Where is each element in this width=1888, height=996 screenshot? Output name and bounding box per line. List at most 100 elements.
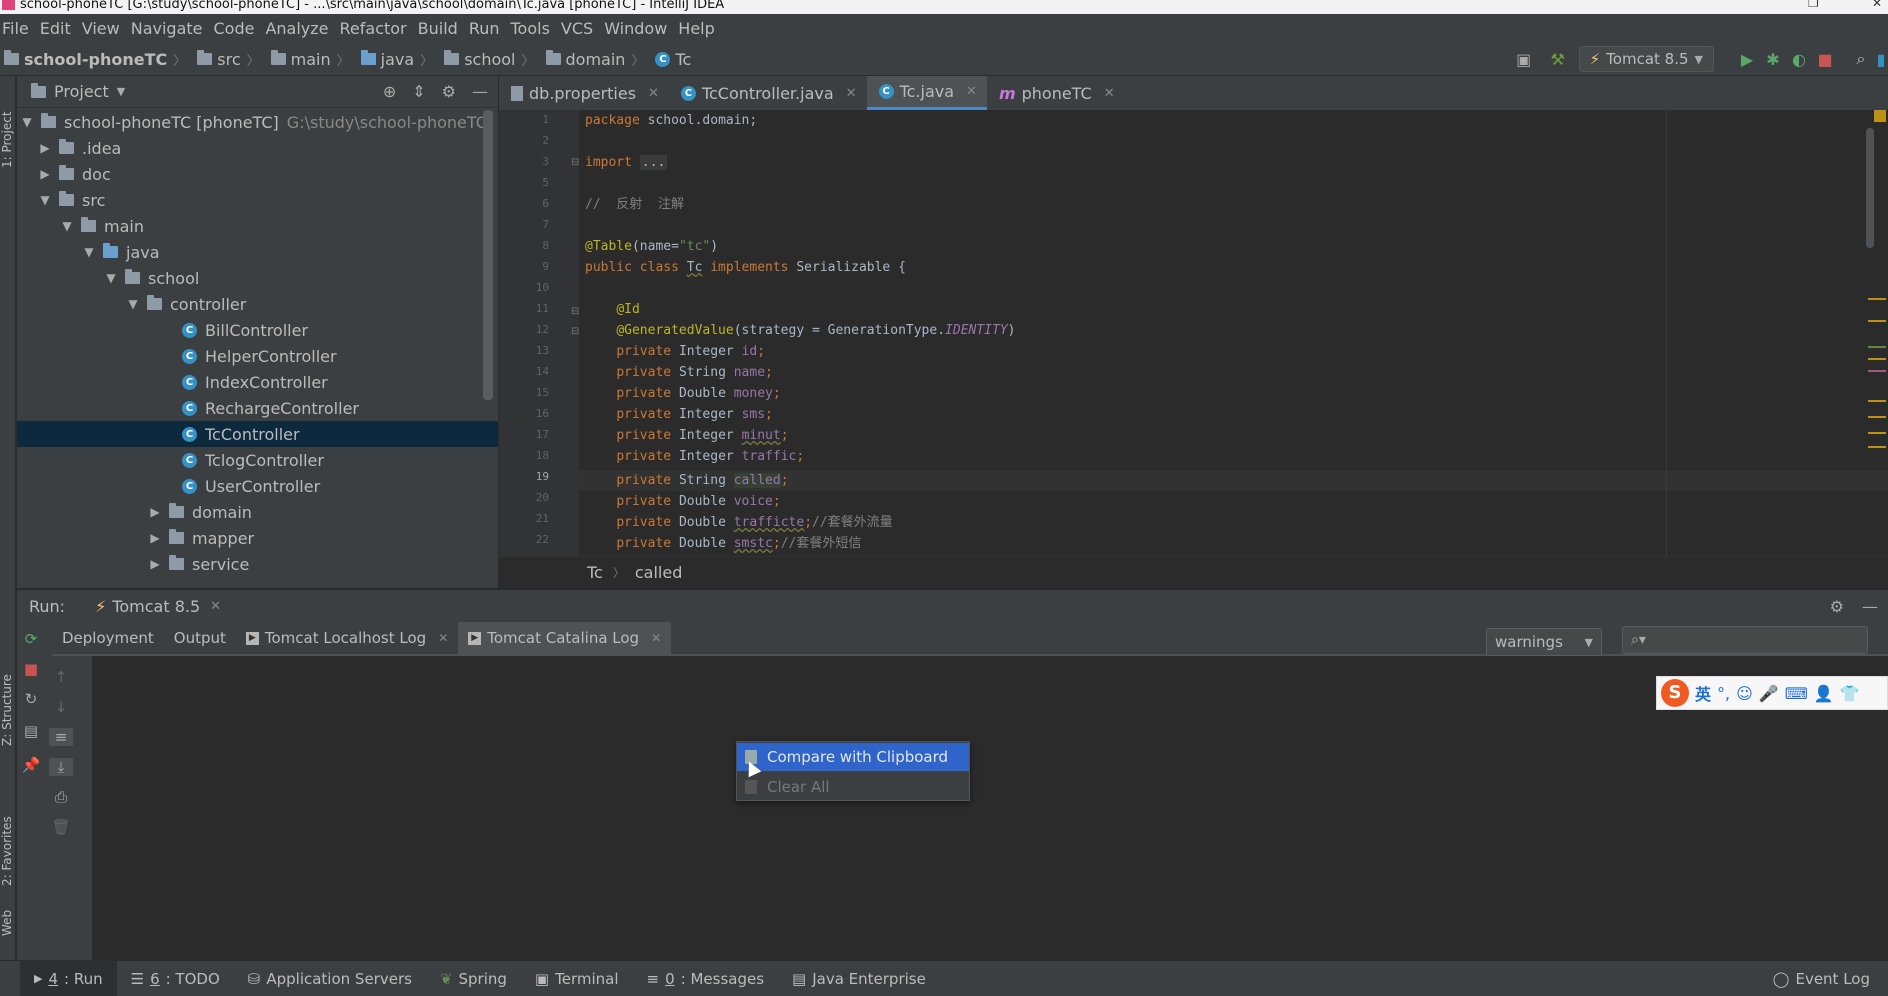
microphone-icon[interactable]: 🎤	[1759, 684, 1779, 703]
build-hammer-icon[interactable]: ⚒	[1545, 46, 1571, 72]
warning-stripe[interactable]	[1868, 346, 1886, 348]
menu-file[interactable]: File	[0, 19, 36, 38]
breadcrumb-class[interactable]: Tc	[587, 563, 603, 582]
menu-refactor[interactable]: Refactor	[336, 19, 414, 38]
chevron-down-icon[interactable]: ▼	[39, 193, 51, 207]
breadcrumb-src[interactable]: 〉 src	[167, 50, 240, 69]
menu-navigate[interactable]: Navigate	[127, 19, 210, 38]
soft-wrap-icon[interactable]: ≡	[49, 728, 73, 746]
warning-stripe[interactable]	[1868, 400, 1886, 402]
java-enterprise-tool-button[interactable]: ▤ Java Enterprise	[778, 961, 940, 996]
tree-item-java[interactable]: ▼ java	[17, 239, 498, 265]
trash-icon[interactable]: 🗑	[49, 818, 73, 836]
tree-item-rechargecontroller[interactable]: C RechargeController	[17, 395, 498, 421]
folded-imports[interactable]: ...	[639, 155, 668, 170]
tree-item-mapper[interactable]: ▶ mapper	[17, 525, 498, 551]
log-level-select[interactable]: warnings ▼	[1486, 628, 1602, 656]
tree-item-controller[interactable]: ▼ controller	[17, 291, 498, 317]
tab-db-properties[interactable]: db.properties ✕	[499, 76, 669, 110]
menu-edit[interactable]: Edit	[36, 19, 78, 38]
menu-tools[interactable]: Tools	[507, 19, 557, 38]
tree-item-tclogcontroller[interactable]: C TclogController	[17, 447, 498, 473]
ime-language-toggle[interactable]: 英	[1695, 681, 1711, 705]
close-window-icon[interactable]: ✕	[1872, 0, 1882, 9]
layout-icon[interactable]: ▤	[19, 722, 43, 740]
event-log-button[interactable]: ◯ Event Log	[1773, 961, 1870, 996]
chevron-right-icon[interactable]: ▶	[149, 505, 161, 519]
stop-icon[interactable]: ■	[1812, 46, 1838, 72]
project-view-selector[interactable]: Project	[54, 82, 109, 101]
emoji-icon[interactable]: ☺	[1736, 684, 1753, 703]
close-tab-icon[interactable]: ✕	[966, 84, 977, 99]
menu-view[interactable]: View	[78, 19, 127, 38]
tab-tomcat-catalina-log[interactable]: ▶ Tomcat Catalina Log ✕	[458, 622, 672, 654]
breadcrumb-main[interactable]: 〉 main	[241, 50, 331, 69]
warning-stripe[interactable]	[1868, 446, 1886, 448]
tree-item-doc[interactable]: ▶ doc	[17, 161, 498, 187]
tab-output[interactable]: Output	[164, 622, 236, 654]
structure-tool-window-button[interactable]: Z: Structure	[0, 646, 16, 746]
skin-icon[interactable]: 👕	[1840, 684, 1860, 703]
gear-icon[interactable]: ⚙	[1830, 597, 1844, 616]
close-tab-icon[interactable]: ✕	[438, 631, 448, 645]
gear-icon[interactable]: ⚙	[442, 82, 456, 101]
hide-panel-icon[interactable]: —	[1862, 597, 1878, 616]
chevron-down-icon[interactable]: ▼	[117, 85, 125, 98]
tree-item-billcontroller[interactable]: C BillController	[17, 317, 498, 343]
keyboard-icon[interactable]: ⌨	[1785, 684, 1808, 703]
chevron-right-icon[interactable]: ▶	[149, 557, 161, 571]
tree-item-indexcontroller[interactable]: C IndexController	[17, 369, 498, 395]
arrow-up-icon[interactable]: ↑	[49, 668, 73, 686]
messages-tool-button[interactable]: ≡ 0: Messages	[633, 961, 779, 996]
terminal-tool-button[interactable]: ▣ Terminal	[521, 961, 633, 996]
favorites-tool-window-button[interactable]: 2: Favorites	[0, 776, 16, 886]
warning-stripe[interactable]	[1868, 416, 1886, 418]
warning-stripe[interactable]	[1868, 358, 1886, 360]
close-tab-icon[interactable]: ✕	[648, 86, 659, 101]
warning-stripe[interactable]	[1868, 320, 1886, 322]
project-structure-icon[interactable]: ▣	[1511, 46, 1537, 72]
run-icon[interactable]: ▶	[1734, 46, 1760, 72]
locate-file-icon[interactable]: ⊕	[383, 82, 396, 101]
code-editor[interactable]: package school.domain; import ... // 反射 …	[579, 110, 1888, 556]
run-config-dropdown[interactable]: ⚡ Tomcat 8.5 ▼	[1578, 46, 1714, 72]
menu-item-clear-all[interactable]: Clear All	[737, 773, 969, 801]
chevron-right-icon[interactable]: ▶	[149, 531, 161, 545]
chevron-down-icon[interactable]: ▼	[21, 115, 33, 129]
warning-stripe[interactable]	[1868, 432, 1886, 434]
tree-item-main[interactable]: ▼ main	[17, 213, 498, 239]
punctuation-icon[interactable]: °,	[1717, 684, 1730, 703]
tree-item-usercontroller[interactable]: C UserController	[17, 473, 498, 499]
run-tool-button[interactable]: ▶ 4: Run	[20, 960, 117, 996]
tab-tc-java[interactable]: C Tc.java ✕	[866, 76, 987, 110]
breadcrumb-tc[interactable]: 〉 C Tc	[625, 50, 691, 69]
menu-item-compare-with-clipboard[interactable]: Compare with Clipboard	[737, 743, 969, 771]
breadcrumb-java[interactable]: 〉 java	[331, 50, 415, 69]
breadcrumb-school[interactable]: 〉 school	[414, 50, 515, 69]
menu-run[interactable]: Run	[465, 19, 507, 38]
warning-stripe[interactable]	[1868, 298, 1886, 300]
tab-tomcat-localhost-log[interactable]: ▶ Tomcat Localhost Log ✕	[236, 622, 458, 654]
tab-phonetc[interactable]: m phoneTC ✕	[987, 76, 1125, 110]
restore-window-icon[interactable]: ❐	[1808, 0, 1819, 9]
user-icon[interactable]: 👤	[1814, 684, 1834, 703]
close-tab-icon[interactable]: ✕	[846, 86, 857, 101]
tree-item-helpercontroller[interactable]: C HelperController	[17, 343, 498, 369]
chevron-down-icon[interactable]: ▼	[127, 297, 139, 311]
tab-tccontroller-java[interactable]: C TcController.java ✕	[669, 76, 867, 110]
todo-tool-button[interactable]: ☰ 6: TODO	[117, 961, 234, 996]
tab-deployment[interactable]: Deployment	[52, 622, 164, 654]
scroll-to-end-icon[interactable]: ⤓	[49, 758, 73, 776]
print-icon[interactable]: ⎙	[49, 788, 73, 806]
debug-icon[interactable]: ✱	[1760, 46, 1786, 72]
tree-item-school[interactable]: ▼ school	[17, 265, 498, 291]
search-icon[interactable]: ⌕	[1848, 46, 1874, 72]
tree-item-src[interactable]: ▼ src	[17, 187, 498, 213]
error-stripe[interactable]	[1868, 370, 1886, 372]
console-output[interactable]	[92, 658, 1888, 960]
log-search-input[interactable]: ⌕▾	[1622, 626, 1868, 654]
chevron-down-icon[interactable]: ▼	[83, 245, 95, 259]
collapse-all-icon[interactable]: ⇕	[412, 82, 425, 101]
chevron-down-icon[interactable]: ▼	[105, 271, 117, 285]
project-scrollbar[interactable]	[483, 110, 493, 400]
